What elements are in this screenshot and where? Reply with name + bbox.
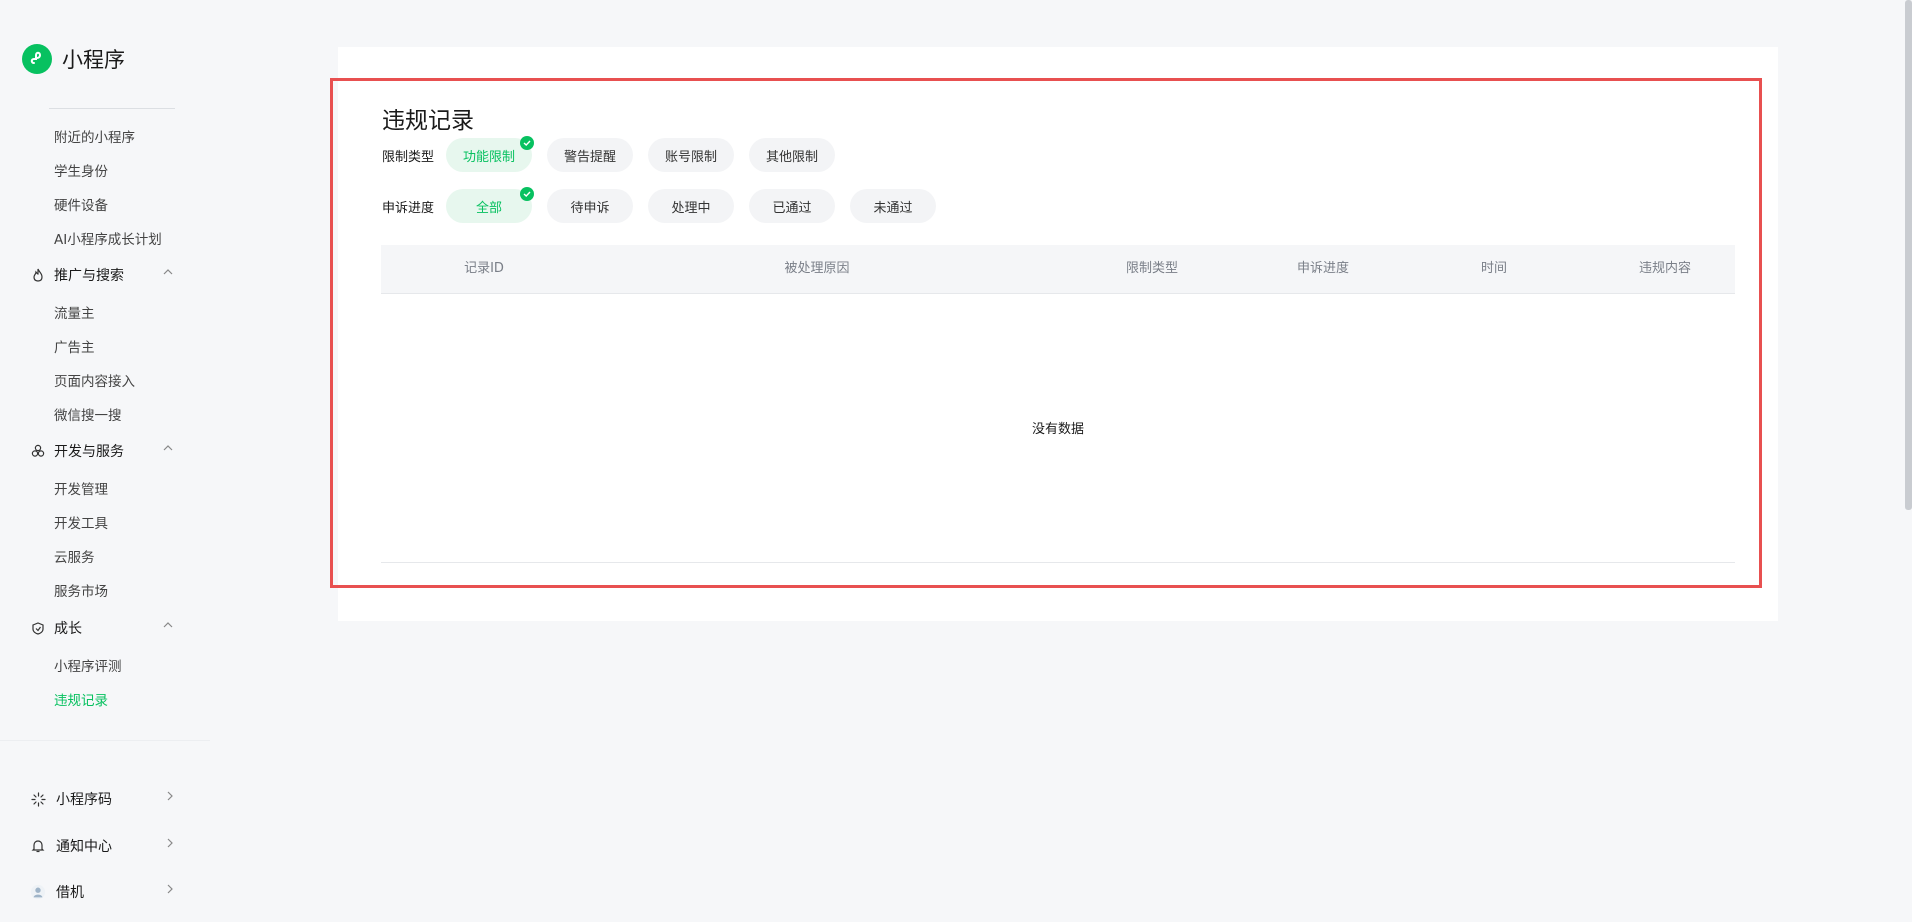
sidebar: 小程序 附近的小程序 学生身份 硬件设备 AI小程序成长计划 推广与搜索 流量主… [0, 0, 210, 922]
chip-rejected[interactable]: 未通过 [850, 189, 936, 223]
sidebar-group-dev-service[interactable]: 开发与服务 [30, 441, 180, 461]
sidebar-item-label: 小程序码 [56, 792, 112, 808]
chip-label: 功能限制 [462, 149, 515, 165]
table-bottom-border [381, 562, 1735, 563]
app-logo[interactable]: 小程序 [22, 44, 125, 74]
check-badge-icon [520, 187, 534, 201]
table-header: 记录ID 被处理原因 限制类型 申诉进度 时间 违规内容 [381, 245, 1735, 294]
qrcode-sparkle-icon [30, 791, 46, 807]
chip-label: 其他限制 [765, 149, 818, 165]
column-header-time: 时间 [1480, 261, 1508, 276]
column-header-reason: 被处理原因 [784, 261, 850, 276]
sidebar-item-service-market[interactable]: 服务市场 [54, 580, 108, 600]
chip-label: 账号限制 [664, 149, 717, 165]
sidebar-item-wechat-search[interactable]: 微信搜一搜 [54, 404, 122, 424]
chip-processing[interactable]: 处理中 [648, 189, 734, 223]
page-title: 违规记录 [382, 108, 474, 135]
user-avatar-icon [30, 884, 46, 900]
sidebar-item-student-identity[interactable]: 学生身份 [54, 160, 108, 180]
sidebar-item-dev-management[interactable]: 开发管理 [54, 478, 108, 498]
sidebar-item-label: 借机 [56, 885, 84, 901]
flame-icon [30, 267, 46, 283]
sidebar-bottom-divider [0, 740, 210, 741]
sidebar-item-nearby[interactable]: 附近的小程序 [54, 126, 135, 146]
chip-all[interactable]: 全部 [446, 187, 534, 223]
sidebar-item-ai-growth-plan[interactable]: AI小程序成长计划 [54, 228, 162, 248]
column-header-violation-content: 违规内容 [1638, 261, 1692, 276]
chip-function-restriction[interactable]: 功能限制 [446, 136, 534, 172]
violation-table: 记录ID 被处理原因 限制类型 申诉进度 时间 违规内容 [381, 245, 1735, 294]
chip-pending-appeal[interactable]: 待申诉 [547, 189, 633, 223]
sidebar-group-label: 成长 [54, 621, 82, 637]
chip-warning[interactable]: 警告提醒 [547, 138, 633, 172]
filter-label: 申诉进度 [382, 200, 435, 216]
chip-approved[interactable]: 已通过 [749, 189, 835, 223]
chevron-up-icon [162, 442, 174, 458]
miniprogram-logo-icon [22, 44, 52, 74]
sidebar-item-evaluation[interactable]: 小程序评测 [54, 655, 122, 675]
sidebar-item-page-content[interactable]: 页面内容接入 [54, 370, 135, 390]
sidebar-item-traffic-owner[interactable]: 流量主 [54, 302, 95, 322]
chip-label: 未通过 [873, 200, 913, 216]
content-card [338, 47, 1778, 621]
chevron-right-icon [164, 790, 176, 806]
bell-icon [30, 838, 46, 854]
chip-label: 已通过 [772, 200, 812, 216]
chip-label: 处理中 [671, 200, 711, 216]
sidebar-item-label: 通知中心 [56, 839, 112, 855]
column-header-record-id: 记录ID [464, 261, 504, 276]
chip-label: 待申诉 [570, 200, 610, 216]
sidebar-item-advertiser[interactable]: 广告主 [54, 336, 95, 356]
chip-other-restriction[interactable]: 其他限制 [749, 138, 835, 172]
chip-account-restriction[interactable]: 账号限制 [648, 138, 734, 172]
chevron-up-icon [162, 266, 174, 282]
chip-label: 全部 [475, 200, 502, 216]
sidebar-item-violation-records[interactable]: 违规记录 [54, 689, 108, 709]
sidebar-divider [49, 108, 175, 109]
column-header-appeal-progress: 申诉进度 [1296, 261, 1350, 276]
sidebar-item-dev-tools[interactable]: 开发工具 [54, 512, 108, 532]
filter-restriction-type: 限制类型 功能限制 警告提醒 账号限制 其他限制 [382, 136, 850, 172]
page-scrollbar[interactable] [1905, 0, 1912, 510]
sidebar-group-growth[interactable]: 成长 [30, 618, 180, 638]
service-cluster-icon [30, 443, 46, 459]
growth-leaf-icon [30, 620, 46, 636]
column-header-restriction-type: 限制类型 [1125, 261, 1179, 276]
sidebar-item-qrcode[interactable]: 小程序码 [30, 789, 180, 809]
filter-appeal-progress: 申诉进度 全部 待申诉 处理中 已通过 未通过 [382, 187, 951, 223]
app-name: 小程序 [62, 48, 125, 72]
sidebar-item-account[interactable]: 借机 [30, 882, 180, 902]
filter-label: 限制类型 [382, 149, 435, 165]
chevron-right-icon [164, 883, 176, 899]
chevron-up-icon [162, 619, 174, 635]
sidebar-item-hardware[interactable]: 硬件设备 [54, 194, 108, 214]
chevron-right-icon [164, 837, 176, 853]
sidebar-group-label: 开发与服务 [54, 444, 124, 460]
sidebar-item-cloud-service[interactable]: 云服务 [54, 546, 95, 566]
sidebar-item-notifications[interactable]: 通知中心 [30, 836, 180, 856]
chip-label: 警告提醒 [563, 149, 616, 165]
check-badge-icon [520, 136, 534, 150]
sidebar-group-promotion[interactable]: 推广与搜索 [30, 265, 180, 285]
sidebar-group-label: 推广与搜索 [54, 268, 124, 284]
empty-state-text: 没有数据 [1031, 422, 1084, 437]
